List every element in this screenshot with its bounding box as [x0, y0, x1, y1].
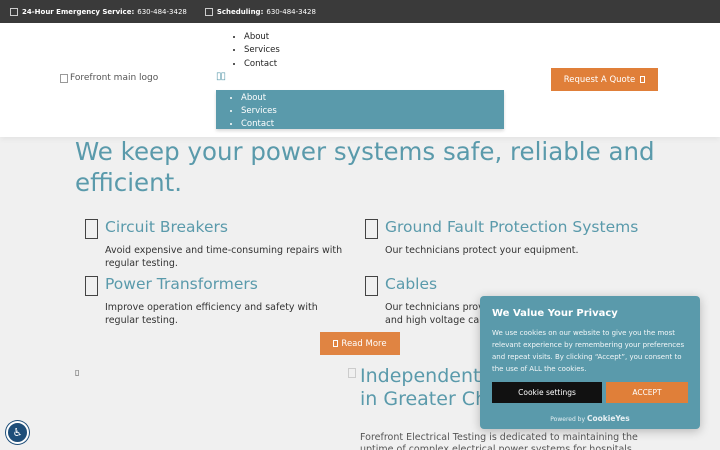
- emergency-label: 24-Hour Emergency Service:: [22, 7, 135, 16]
- service-title: Power Transformers: [105, 275, 258, 293]
- service-desc: Improve operation efficiency and safety …: [105, 302, 318, 326]
- service-title: Cables: [385, 275, 438, 293]
- nav-item-contact[interactable]: Contact: [244, 58, 280, 71]
- accessibility-icon[interactable]: ♿: [6, 421, 29, 444]
- cookie-consent-banner: We Value Your Privacy We use cookies on …: [480, 296, 700, 429]
- service-desc: Our technicians provi and high voltage c…: [385, 302, 487, 326]
- section-title: Independent in Greater Ch: [360, 365, 487, 411]
- service-title: Ground Fault Protection Systems: [385, 218, 639, 236]
- service-circuit-breakers: Circuit Breakers Avoid expensive and tim…: [85, 217, 345, 270]
- cookie-buttons: Cookie settings ACCEPT: [492, 382, 688, 403]
- top-contact-bar: 24-Hour Emergency Service: 630-484-3428 …: [0, 0, 720, 23]
- broken-image-icon: ▯: [75, 368, 80, 377]
- phone-icon: [10, 7, 18, 16]
- logo-alt-text: Forefront main logo: [70, 73, 159, 83]
- arrow-icon: [333, 340, 339, 347]
- cookie-accept-button[interactable]: ACCEPT: [606, 382, 688, 403]
- service-desc: Our technicians protect your equipment.: [385, 245, 579, 256]
- scheduling-phone[interactable]: 630-484-3428: [266, 8, 316, 16]
- page-headline: We keep your power systems safe, reliabl…: [75, 137, 655, 197]
- service-cables: Cables Our technicians provi and high vo…: [365, 274, 495, 327]
- scheduling-contact[interactable]: Scheduling: 630-484-3428: [204, 7, 316, 16]
- nav-item-services[interactable]: Services: [244, 44, 280, 57]
- dropdown-item-contact[interactable]: Contact: [241, 118, 504, 131]
- dropdown-item-services[interactable]: Services: [241, 105, 504, 118]
- service-icon: [85, 219, 98, 239]
- read-more-label: Read More: [341, 338, 387, 349]
- service-icon: [365, 219, 378, 239]
- cookie-title: We Value Your Privacy: [492, 308, 618, 319]
- section-title-line1: Independent: [360, 365, 481, 387]
- service-ground-fault: Ground Fault Protection Systems Our tech…: [365, 217, 655, 257]
- service-icon: [365, 276, 378, 296]
- emergency-contact[interactable]: 24-Hour Emergency Service: 630-484-3428: [10, 7, 187, 16]
- scheduling-label: Scheduling:: [216, 7, 264, 16]
- cookie-text: We use cookies on our website to give yo…: [492, 329, 685, 373]
- arrow-icon: [640, 76, 646, 83]
- service-power-transformers: Power Transformers Improve operation eff…: [85, 274, 345, 327]
- section-paragraph: Forefront Electrical Testing is dedicate…: [360, 432, 638, 450]
- section-title-line2: in Greater Ch: [360, 388, 488, 410]
- cookie-settings-button[interactable]: Cookie settings: [492, 382, 602, 403]
- calendar-icon: [204, 7, 213, 16]
- request-quote-label: Request A Quote: [563, 74, 636, 85]
- nav-item-about[interactable]: About: [244, 31, 280, 44]
- main-nav: About Services Contact: [236, 31, 280, 71]
- broken-image-icon: [60, 73, 68, 83]
- service-icon: [85, 276, 98, 296]
- request-quote-button[interactable]: Request A Quote: [551, 68, 658, 91]
- nav-dropdown: About Services Contact: [216, 90, 504, 129]
- broken-image-icon: [348, 368, 356, 378]
- emergency-phone[interactable]: 630-484-3428: [137, 8, 187, 16]
- read-more-button[interactable]: Read More: [320, 332, 400, 355]
- cookie-powered-by[interactable]: Powered by CookieYes: [480, 414, 700, 423]
- service-desc: Avoid expensive and time-consuming repai…: [105, 245, 343, 269]
- site-logo[interactable]: Forefront main logo: [60, 73, 158, 83]
- menu-toggle-icon[interactable]: ▯▯: [216, 71, 226, 82]
- dropdown-item-about[interactable]: About: [241, 92, 504, 105]
- service-title: Circuit Breakers: [105, 218, 228, 236]
- site-header: Forefront main logo About Services Conta…: [0, 23, 720, 137]
- cookieyes-logo: CookieYes: [586, 414, 630, 423]
